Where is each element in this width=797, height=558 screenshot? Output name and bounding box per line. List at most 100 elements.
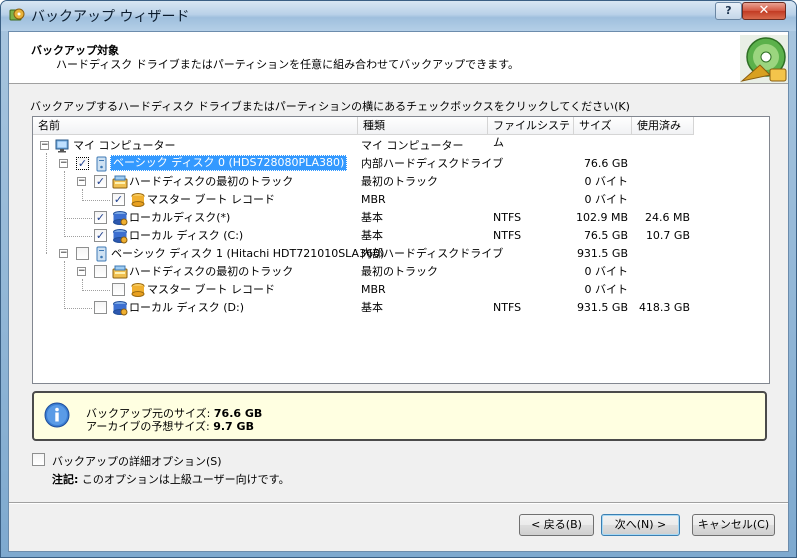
row-used: 24.6 MB: [644, 211, 690, 224]
tree-row-disk-0[interactable]: − ✓ ベーシック ディスク 0 (HDS728080PLA380) 内部ハード…: [33, 155, 769, 173]
note-prefix: 注記:: [52, 473, 79, 486]
info-icon: [44, 402, 70, 428]
footer-divider: [9, 502, 788, 504]
tree-line: [64, 218, 92, 219]
row-size: 0 バイト: [584, 283, 629, 296]
row-name: ハードディスクの最初のトラック: [129, 265, 294, 278]
wizard-client-area: バックアップ対象 ハードディスク ドライブまたはパーティションを任意に組み合わせ…: [8, 31, 789, 552]
column-header-name[interactable]: 名前: [33, 117, 358, 135]
disk-tree[interactable]: 名前 種類 ファイルシステム サイズ 使用済み − マイ コンピューター マイ …: [32, 116, 770, 384]
row-filesystem: NTFS: [493, 211, 522, 224]
advanced-options-checkbox[interactable]: [32, 453, 45, 466]
track-icon: [112, 175, 128, 189]
row-used: 418.3 GB: [638, 301, 690, 314]
mbr-icon: [131, 283, 145, 297]
row-name: ローカル ディスク (D:): [129, 301, 244, 314]
row-size: 102.9 MB: [575, 211, 628, 224]
wizard-window: バックアップ ウィザード ? ✕ バックアップ対象 ハードディスク ドライブまた…: [0, 0, 797, 558]
collapse-toggle[interactable]: −: [59, 249, 68, 258]
row-name: マスター ブート レコード: [147, 193, 275, 206]
row-size: 76.6 GB: [583, 157, 628, 170]
row-name: ローカル ディスク (C:): [129, 229, 244, 242]
collapse-toggle[interactable]: −: [59, 159, 68, 168]
wizard-header: バックアップ対象 ハードディスク ドライブまたはパーティションを任意に組み合わせ…: [9, 32, 788, 84]
tree-row-local-disk-c[interactable]: ✓ ローカル ディスク (C:) 基本 NTFS 76.5 GB 10.7 GB: [33, 227, 769, 245]
row-filesystem: NTFS: [493, 229, 522, 242]
row-type: 基本: [361, 211, 383, 224]
track-icon: [112, 265, 128, 279]
row-used: 10.7 GB: [645, 229, 690, 242]
row-name: ハードディスクの最初のトラック: [129, 175, 294, 188]
tree-row-local-disk-star[interactable]: ✓ ローカルディスク(*) 基本 NTFS 102.9 MB 24.6 MB: [33, 209, 769, 227]
archive-size-label: アーカイブの予想サイズ:: [86, 420, 210, 433]
help-button[interactable]: ?: [715, 2, 742, 20]
app-icon: [9, 8, 25, 21]
partition-icon: [113, 229, 128, 244]
tree-line: [64, 308, 92, 309]
advanced-options-label[interactable]: バックアップの詳細オプション(S): [52, 453, 222, 469]
row-name: マスター ブート レコード: [147, 283, 275, 296]
row-type: 最初のトラック: [361, 175, 438, 188]
cancel-button[interactable]: キャンセル(C): [692, 514, 775, 536]
column-header-used[interactable]: 使用済み: [632, 117, 694, 135]
row-type: 内部ハードディスクドライブ: [361, 247, 504, 260]
row-name: マイ コンピューター: [73, 139, 176, 152]
row-type: 最初のトラック: [361, 265, 438, 278]
disk-icon: [96, 156, 107, 172]
first-track-0-checkbox[interactable]: ✓: [94, 175, 107, 188]
disk-icon: [96, 246, 107, 262]
collapse-toggle[interactable]: −: [40, 141, 49, 150]
collapse-toggle[interactable]: −: [77, 177, 86, 186]
computer-icon: [55, 139, 69, 153]
page-subtitle: ハードディスク ドライブまたはパーティションを任意に組み合わせてバックアップでき…: [56, 58, 519, 71]
instruction-text: バックアップするハードディスク ドライブまたはパーティションの横にあるチェックボ…: [30, 100, 630, 113]
row-size: 0 バイト: [584, 265, 629, 278]
tree-row-mbr-0[interactable]: ✓ マスター ブート レコード MBR 0 バイト: [33, 191, 769, 209]
disk-0-checkbox[interactable]: ✓: [76, 157, 89, 170]
backup-size-summary: バックアップ元のサイズ: 76.6 GB アーカイブの予想サイズ: 9.7 GB: [32, 391, 767, 441]
row-name: ベーシック ディスク 1 (Hitachi HDT721010SLA360): [111, 247, 385, 260]
column-header-size[interactable]: サイズ: [574, 117, 632, 135]
back-button[interactable]: < 戻る(B): [519, 514, 594, 536]
mbr-icon: [131, 193, 145, 207]
row-filesystem: NTFS: [493, 301, 522, 314]
tree-line: [82, 290, 110, 291]
row-type: マイ コンピューター: [361, 139, 464, 152]
column-header-type[interactable]: 種類: [358, 117, 488, 135]
archive-size-line: アーカイブの予想サイズ: 9.7 GB: [86, 418, 254, 434]
row-size: 931.5 GB: [576, 247, 628, 260]
window-title: バックアップ ウィザード: [31, 9, 190, 25]
close-button[interactable]: ✕: [742, 2, 786, 20]
row-size: 0 バイト: [584, 193, 629, 206]
tree-row-mbr-1[interactable]: マスター ブート レコード MBR 0 バイト: [33, 281, 769, 299]
row-type: 基本: [361, 229, 383, 242]
partition-icon: [113, 301, 128, 316]
tree-row-disk-1[interactable]: − ベーシック ディスク 1 (Hitachi HDT721010SLA360)…: [33, 245, 769, 263]
title-bar[interactable]: バックアップ ウィザード ? ✕: [1, 1, 796, 31]
tree-row-first-track-1[interactable]: − ハードディスクの最初のトラック 最初のトラック 0 バイト: [33, 263, 769, 281]
row-size: 76.5 GB: [583, 229, 628, 242]
column-header-filesystem[interactable]: ファイルシステム: [488, 117, 574, 149]
tree-line: [64, 236, 92, 237]
first-track-1-checkbox[interactable]: [94, 265, 107, 278]
mbr-1-checkbox[interactable]: [112, 283, 125, 296]
tree-line: [82, 200, 110, 201]
backup-wizard-icon: [740, 35, 788, 83]
tree-row-local-disk-d[interactable]: ローカル ディスク (D:) 基本 NTFS 931.5 GB 418.3 GB: [33, 299, 769, 317]
row-size: 931.5 GB: [576, 301, 628, 314]
local-disk-d-checkbox[interactable]: [94, 301, 107, 314]
local-disk-star-checkbox[interactable]: ✓: [94, 211, 107, 224]
note-body: このオプションは上級ユーザー向けです。: [78, 473, 290, 486]
row-type: 内部ハードディスクドライブ: [361, 157, 504, 170]
next-button[interactable]: 次へ(N) >: [601, 514, 680, 536]
mbr-0-checkbox[interactable]: ✓: [112, 193, 125, 206]
partition-icon: [113, 211, 128, 226]
local-disk-c-checkbox[interactable]: ✓: [94, 229, 107, 242]
disk-1-checkbox[interactable]: [76, 247, 89, 260]
tree-row-first-track-0[interactable]: − ✓ ハードディスクの最初のトラック 最初のトラック 0 バイト: [33, 173, 769, 191]
collapse-toggle[interactable]: −: [77, 267, 86, 276]
tree-row-my-computer[interactable]: − マイ コンピューター マイ コンピューター: [33, 137, 769, 155]
row-type: MBR: [361, 193, 386, 206]
row-name: ベーシック ディスク 0 (HDS728080PLA380): [110, 155, 348, 171]
row-type: MBR: [361, 283, 386, 296]
